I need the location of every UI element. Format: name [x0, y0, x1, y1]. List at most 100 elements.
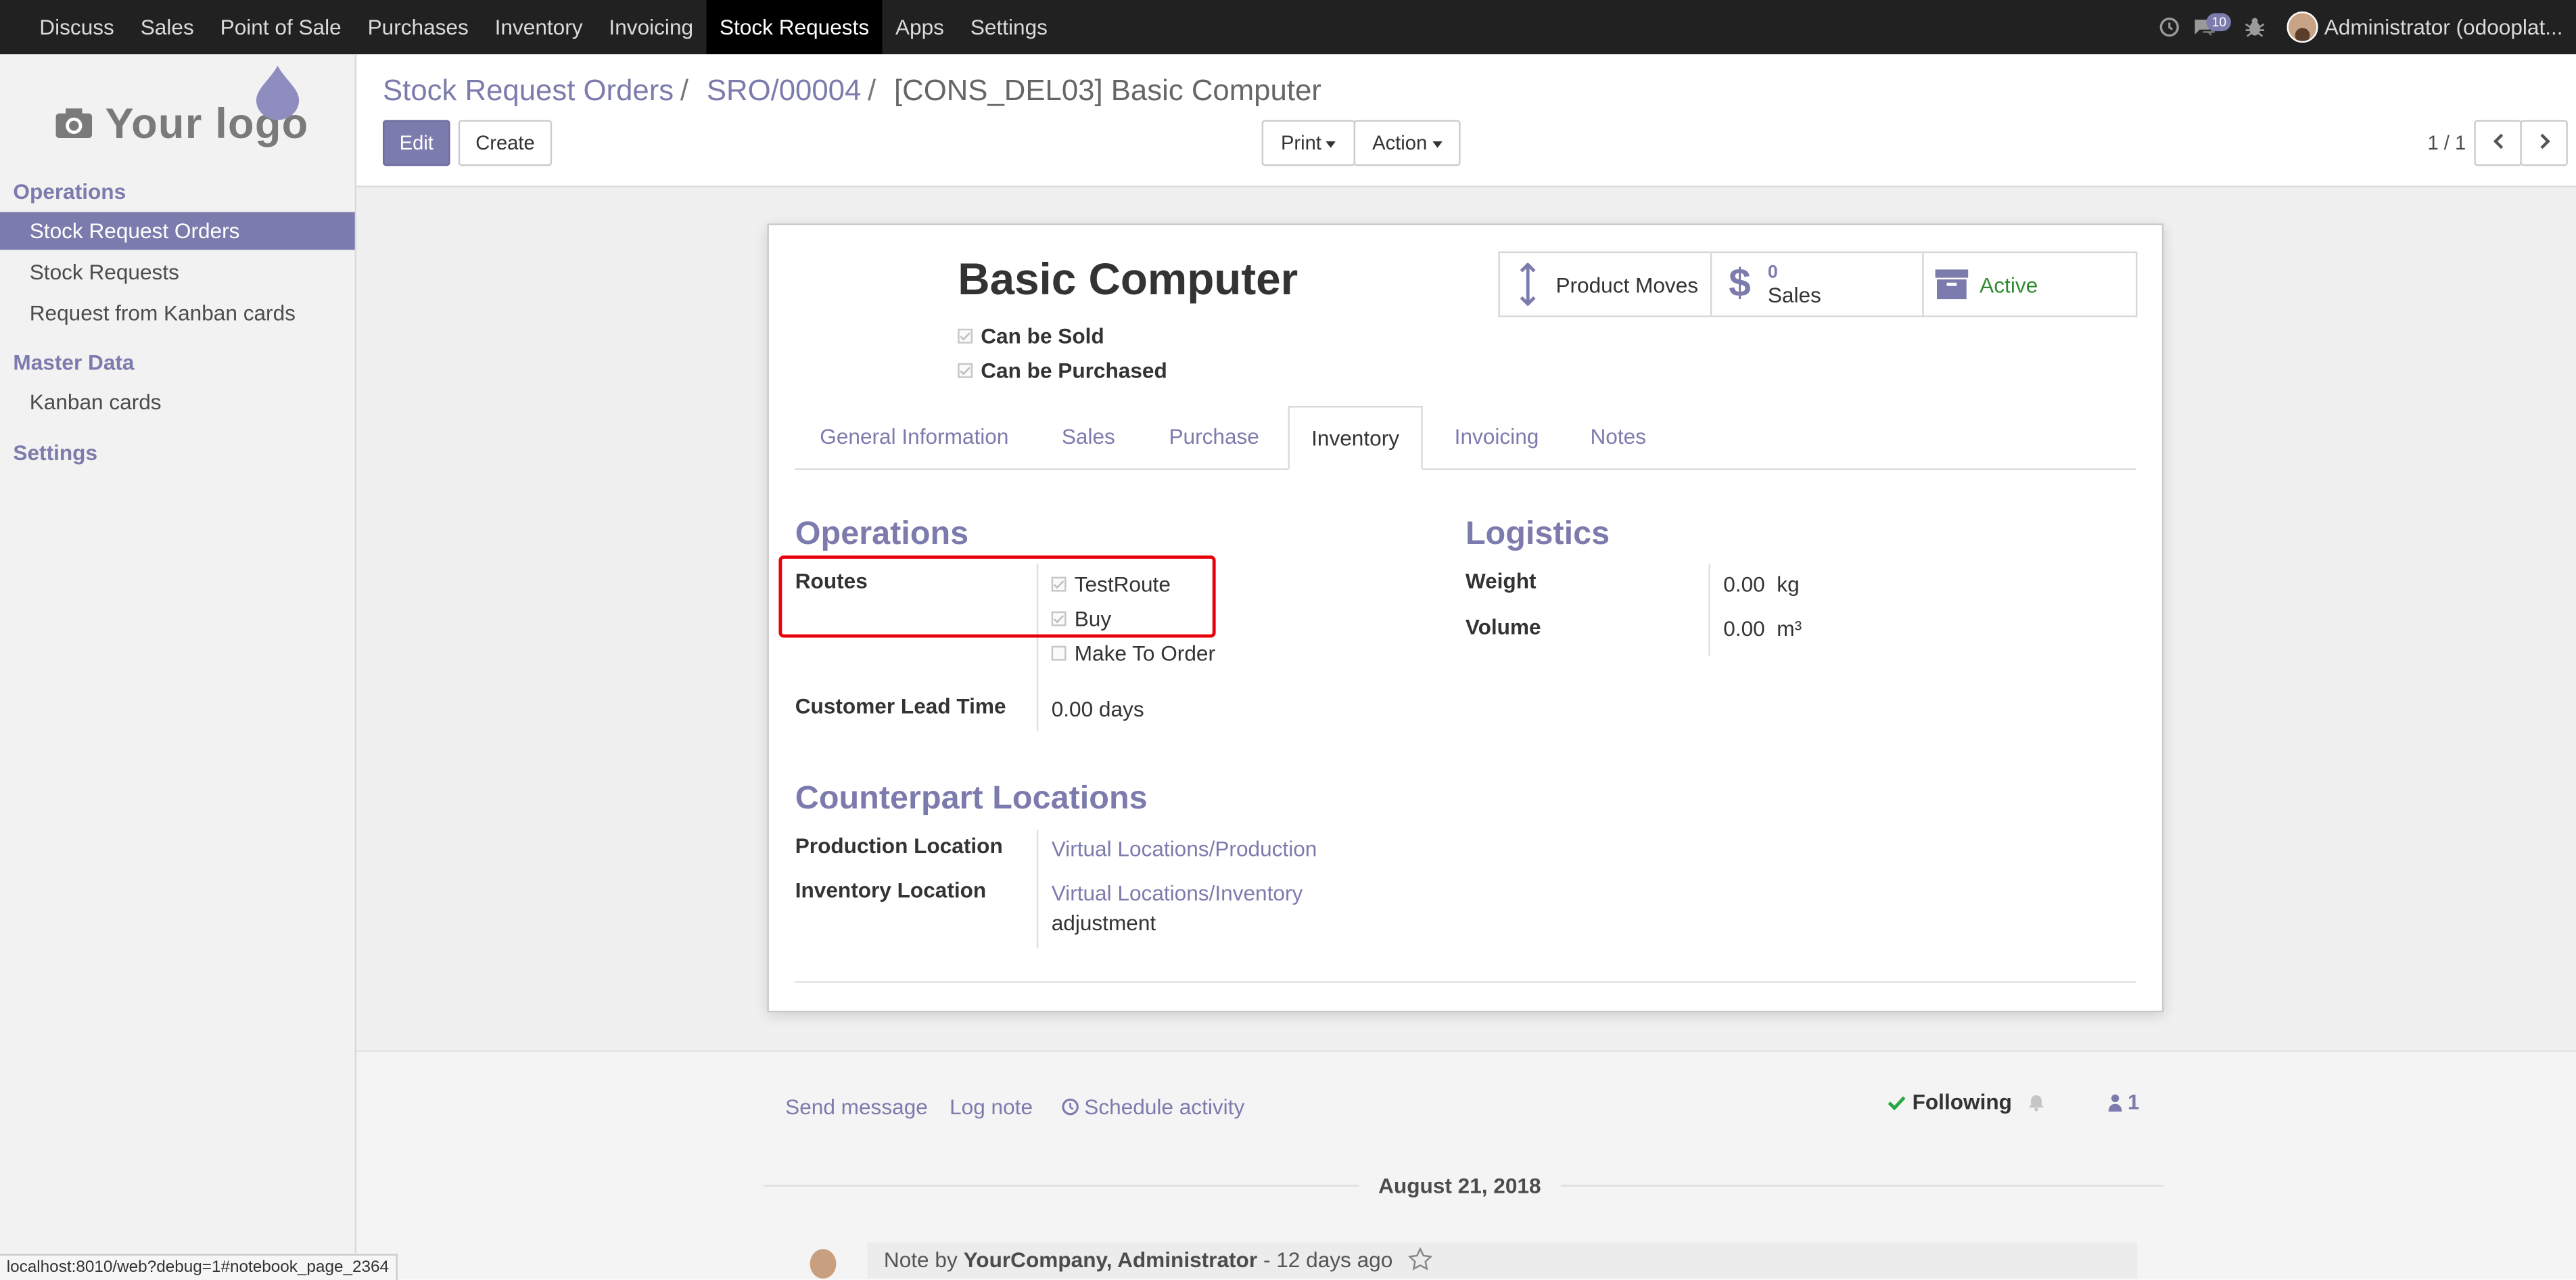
production-location-link[interactable]: Virtual Locations/Production [1052, 836, 1317, 861]
tab-notes[interactable]: Notes [1572, 406, 1664, 468]
note-time: - 12 days ago [1263, 1247, 1393, 1273]
star-icon[interactable] [1408, 1247, 1434, 1271]
chevron-right-icon [2539, 133, 2550, 150]
clock-icon [1062, 1098, 1079, 1116]
sales-button[interactable]: $ 0 Sales [1712, 253, 1924, 316]
chatter-message: Note by YourCompany, Administrator - 12 … [867, 1242, 2138, 1279]
field-divider [1708, 564, 1710, 656]
author-avatar[interactable] [810, 1249, 837, 1279]
sales-label: Sales [1767, 282, 1821, 308]
can-be-sold-checkbox[interactable]: Can be Sold [958, 324, 1104, 348]
control-panel: Stock Request Orders / SRO/00004/ [CONS_D… [356, 54, 2576, 187]
arrows-vertical-icon [1500, 262, 1556, 306]
schedule-activity-label: Schedule activity [1084, 1094, 1245, 1120]
sidebar-item-request-from-kanban-cards[interactable]: Request from Kanban cards [0, 294, 355, 332]
breadcrumb-sro[interactable]: SRO/00004 [707, 74, 861, 107]
app-sales[interactable]: Sales [127, 0, 207, 54]
can-be-purchased-checkbox[interactable]: Can be Purchased [958, 359, 1167, 383]
customer-lead-time-label: Customer Lead Time [795, 693, 1006, 718]
action-dropdown[interactable]: Action [1353, 120, 1461, 166]
pager-value[interactable]: 1 / 1 [2427, 131, 2466, 154]
volume-value: 0.00 m³ [1723, 616, 1802, 641]
app-invoicing[interactable]: Invoicing [596, 0, 707, 54]
logistics-group-title: Logistics [1465, 516, 1610, 553]
breadcrumb-stock-request-orders[interactable]: Stock Request Orders [383, 74, 674, 107]
production-location-label: Production Location [795, 833, 1003, 859]
route-make-to-order[interactable]: Make To Order [1051, 641, 1216, 666]
form-content: Basic Computer Can be Sold Can be Purcha… [356, 187, 2576, 1279]
menu-section-operations[interactable]: Operations [13, 179, 126, 204]
inventory-location-link[interactable]: Virtual Locations/Inventory [1052, 881, 1303, 905]
route-make-to-order-label: Make To Order [1074, 641, 1216, 666]
sidebar-item-stock-request-orders[interactable]: Stock Request Orders [0, 212, 355, 250]
note-author[interactable]: YourCompany, Administrator [964, 1248, 1258, 1272]
followers-button[interactable]: 1 [2108, 1089, 2140, 1114]
user-avatar [2286, 12, 2318, 43]
company-logo[interactable]: Your logo [49, 64, 312, 166]
print-dropdown[interactable]: Print [1261, 120, 1356, 166]
app-purchases[interactable]: Purchases [354, 0, 482, 54]
breadcrumb: Stock Request Orders / SRO/00004/ [CONS_D… [383, 74, 1321, 108]
tab-general-information[interactable]: General Information [795, 406, 1033, 468]
pager-previous-button[interactable] [2474, 120, 2522, 166]
breadcrumb-current: [CONS_DEL03] Basic Computer [893, 74, 1321, 107]
systray: 10 Administrator (odooplat... [2149, 0, 2576, 54]
menu-section-settings[interactable]: Settings [13, 440, 97, 465]
sales-count: 0 [1767, 262, 1778, 283]
pager-next-button[interactable] [2520, 120, 2568, 166]
debug-bug-icon[interactable] [2234, 0, 2276, 54]
app-apps[interactable]: Apps [883, 0, 958, 54]
date-separator-label: August 21, 2018 [1358, 1173, 1561, 1198]
tab-inventory[interactable]: Inventory [1288, 406, 1423, 470]
schedule-activity-button[interactable]: Schedule activity [1061, 1095, 1244, 1119]
tab-sales[interactable]: Sales [1052, 406, 1125, 468]
weight-unit: kg [1777, 572, 1800, 597]
activity-clock-icon[interactable] [2149, 0, 2191, 54]
app-settings[interactable]: Settings [957, 0, 1060, 54]
create-button[interactable]: Create [458, 120, 553, 166]
bell-icon[interactable] [2027, 1092, 2045, 1112]
user-menu[interactable]: Administrator (odooplat... [2276, 12, 2576, 43]
smart-buttons: Product Moves $ 0 Sales Active [1498, 251, 2138, 317]
dollar-icon: $ [1729, 261, 1751, 306]
app-inventory[interactable]: Inventory [482, 0, 596, 54]
sidebar-item-stock-requests[interactable]: Stock Requests [0, 253, 355, 291]
active-label: Active [1980, 272, 2038, 297]
can-be-sold-label: Can be Sold [981, 323, 1104, 348]
volume-label: Volume [1465, 614, 1541, 639]
tab-invoicing[interactable]: Invoicing [1439, 406, 1554, 468]
sales-stat: 0 Sales [1768, 261, 1821, 307]
active-toggle-button[interactable]: Active [1924, 253, 2136, 315]
product-moves-button[interactable]: Product Moves [1500, 253, 1712, 316]
product-title: Basic Computer [958, 254, 1298, 304]
edit-button[interactable]: Edit [383, 120, 450, 166]
send-message-button[interactable]: Send message [785, 1095, 928, 1119]
weight-number: 0.00 [1723, 572, 1765, 597]
log-note-button[interactable]: Log note [950, 1095, 1033, 1119]
app-point-of-sale[interactable]: Point of Sale [207, 0, 354, 54]
tab-purchase[interactable]: Purchase [1156, 406, 1271, 468]
app-stock-requests[interactable]: Stock Requests [706, 0, 883, 55]
following-button[interactable]: Following [1888, 1090, 2044, 1114]
user-icon [2108, 1093, 2122, 1111]
followers-count: 1 [2127, 1089, 2140, 1114]
form-sheet: Basic Computer Can be Sold Can be Purcha… [767, 223, 2164, 1013]
notebook-tabs: General Information Sales Purchase Inven… [795, 406, 2136, 470]
app-discuss[interactable]: Discuss [0, 0, 127, 54]
weight-label: Weight [1465, 568, 1537, 593]
action-label: Action [1372, 131, 1428, 155]
checkbox-checked [958, 328, 973, 344]
sheet-divider [795, 981, 2136, 983]
app-menu: Discuss Sales Point of Sale Purchases In… [0, 0, 1060, 55]
archive-icon [1924, 268, 1980, 301]
camera-icon [55, 108, 93, 139]
checkbox-checked [958, 363, 973, 378]
messaging-icon[interactable]: 10 [2191, 0, 2234, 54]
can-be-purchased-label: Can be Purchased [981, 358, 1167, 384]
volume-unit: m³ [1777, 616, 1802, 641]
sidebar-item-kanban-cards[interactable]: Kanban cards [0, 383, 355, 421]
note-prefix: Note by [883, 1247, 958, 1273]
sidebar: Your logo Operations Stock Request Order… [0, 54, 357, 1279]
menu-section-master-data[interactable]: Master Data [13, 350, 134, 374]
chevron-left-icon [2492, 133, 2503, 150]
